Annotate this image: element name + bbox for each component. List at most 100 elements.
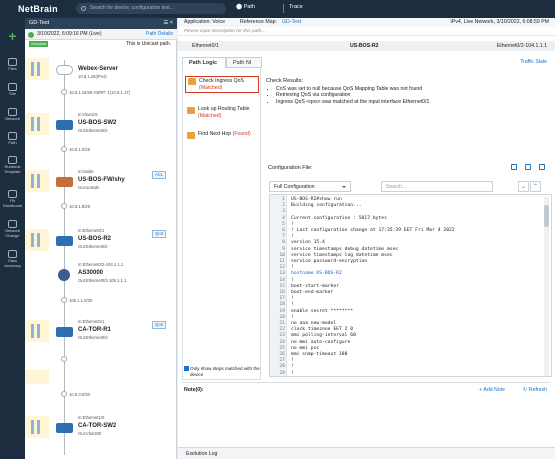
switch-icon[interactable] [56, 120, 73, 130]
step-check-ingress-qos[interactable]: Check Ingress QoS (Matched) [185, 76, 259, 93]
hop-name[interactable]: US-BOS-FW/shy [78, 177, 125, 183]
search-icon [81, 6, 86, 11]
hop-in-interface: Ethernet0/1 [192, 43, 219, 49]
config-toolbar [503, 164, 545, 172]
hop-column [25, 58, 49, 80]
qos-tag[interactable]: QoS [152, 230, 167, 238]
execution-log-bar[interactable]: Exelution Log [178, 447, 555, 459]
left-navigation: + Files Site Network Path Runbook Templa… [0, 18, 25, 459]
refresh-button[interactable]: ↻ Refresh [523, 387, 547, 393]
path-date[interactable]: 3/10/2022, 6:09:16 PM (Live) [37, 31, 102, 37]
open-icon[interactable] [525, 164, 531, 170]
application-label: Application: Voice [184, 19, 225, 25]
hop-name[interactable]: CA-TOR-SW2 [78, 423, 116, 429]
line-text: ! [291, 370, 294, 376]
netbrain-logo: NetBrain [18, 4, 58, 14]
runbook-icon [8, 156, 17, 164]
step-find-next-hop[interactable]: Find Next Hop (Found) [185, 131, 259, 139]
step-list: Check Ingress QoS (Matched) Look up Rout… [182, 68, 261, 380]
code-scrollbar[interactable] [544, 197, 549, 376]
hop-sub: Out:outside [78, 185, 100, 190]
path-status-row: Success This is Unicast path. [25, 40, 177, 49]
dashboard-icon [8, 190, 17, 198]
accuracy-icon [8, 250, 17, 258]
search-next-button[interactable]: ⌃ [530, 181, 541, 192]
nav-files[interactable]: Files [0, 58, 25, 72]
search-prev-button[interactable]: ⌄ [518, 181, 529, 192]
hop-sub: Out:Ethernet0/3 [78, 335, 108, 340]
config-search-input[interactable]: Search... [381, 181, 493, 192]
panel-menu-icon[interactable]: ☰ × [163, 18, 173, 29]
compare-icon[interactable] [511, 164, 517, 170]
tab-path-logic[interactable]: Path Logic [182, 57, 226, 68]
link-dot [61, 297, 67, 303]
nav-network-change[interactable]: Network Change [0, 220, 25, 238]
description-input[interactable]: Please input description for this path..… [178, 27, 555, 36]
link-dot [61, 203, 67, 209]
trace-button[interactable]: Trace [289, 4, 303, 10]
hop-out-interface: Ethernet0/2-104.1.1.1 [496, 43, 547, 49]
step-lookup-routing-table[interactable]: Look up Routing Table (Matched) [185, 106, 259, 119]
path-title: GD-Test [29, 20, 50, 26]
hop-in: In:Ethernet0/1 [78, 319, 105, 324]
hop-column [25, 113, 49, 135]
status-text: This is Unicast path. [125, 41, 171, 47]
path-details-link[interactable]: Path Details [146, 29, 173, 40]
hop-name[interactable]: Webex-Server [78, 66, 118, 72]
network-icon [8, 108, 17, 116]
hop-name[interactable]: US-BOS-R2 [78, 236, 111, 242]
global-search-input[interactable]: Search for device, configuration text... [76, 3, 226, 14]
hop-column [25, 320, 49, 342]
change-icon [8, 220, 17, 228]
server-icon[interactable] [56, 65, 73, 75]
status-ok-icon [28, 32, 34, 38]
hop-name[interactable]: AS30000 [78, 270, 103, 276]
hop-sub: Out:Ethernet0/2 [78, 244, 108, 249]
check-results: Check Results: CoS was set to null becau… [266, 78, 554, 105]
hop-column [25, 229, 49, 251]
nav-network[interactable]: Network [0, 108, 25, 122]
hop-name[interactable]: US-BOS-SW2 [78, 120, 116, 126]
checkbox-checked-icon [184, 366, 189, 371]
link-dot [61, 146, 67, 152]
switch-icon[interactable] [56, 423, 73, 433]
config-file-title: Configuration File: [268, 165, 313, 171]
only-show-steps-checkbox[interactable]: Only show steps matched with the device [182, 366, 261, 377]
config-code-view[interactable]: 1 US-BOS-R2#show run 2 Building configurati… [269, 194, 552, 377]
step-icon [188, 78, 196, 85]
qos-tag[interactable]: QoS [152, 321, 167, 329]
nav-pa-dashboard[interactable]: PA Dashboard [0, 190, 25, 208]
hop-sub: 10.8.1.26(IPv4) [78, 74, 107, 79]
nav-site[interactable]: Site [0, 83, 25, 97]
firewall-icon[interactable] [56, 177, 73, 187]
scrollbar-thumb[interactable] [544, 205, 549, 227]
link-dot [61, 89, 67, 95]
hop-column [25, 170, 49, 192]
acl-tag[interactable]: ACL [152, 171, 167, 179]
main-header: Application: Voice Reference Map: GD-Tes… [178, 18, 555, 27]
path-button[interactable]: ⬤ Path [236, 4, 255, 10]
as-cloud-icon[interactable] [58, 269, 70, 281]
nav-data-accuracy[interactable]: Data Accuracy [0, 250, 25, 268]
hop-header: Ethernet0/1 US-BOS-R2 Ethernet0/2-104.1.… [178, 41, 555, 51]
tab-path-ni[interactable]: Path NI [226, 57, 262, 68]
config-line: 29! [270, 370, 540, 376]
add-note-button[interactable]: + Add Note [479, 387, 505, 393]
check-result-item: Ingress QoS <qos> was matched at the inp… [276, 99, 554, 105]
note-label: Note(0): [184, 387, 204, 393]
router-icon[interactable] [56, 236, 73, 246]
link-label: 105.1.1.0/30 [69, 298, 93, 303]
nav-path[interactable]: Path [0, 132, 25, 146]
router-icon[interactable] [56, 327, 73, 337]
reference-map-link[interactable]: GD-Test [282, 18, 301, 27]
config-type-select[interactable]: Full Configuration [269, 181, 351, 192]
link-label: 10.8.1.0/29 [69, 147, 90, 152]
add-icon[interactable]: + [6, 29, 19, 43]
nav-runbook-template[interactable]: Runbook Template [0, 156, 25, 174]
status-badge: Success [29, 41, 49, 47]
export-icon[interactable] [539, 164, 545, 170]
traffic-state-link[interactable]: Traffic State [520, 59, 547, 65]
link-label: In:Ethernet0/2-104.1.1.1 [78, 262, 124, 267]
hop-in: In:inside [78, 169, 94, 174]
hop-name[interactable]: CA-TOR-R1 [78, 327, 111, 333]
